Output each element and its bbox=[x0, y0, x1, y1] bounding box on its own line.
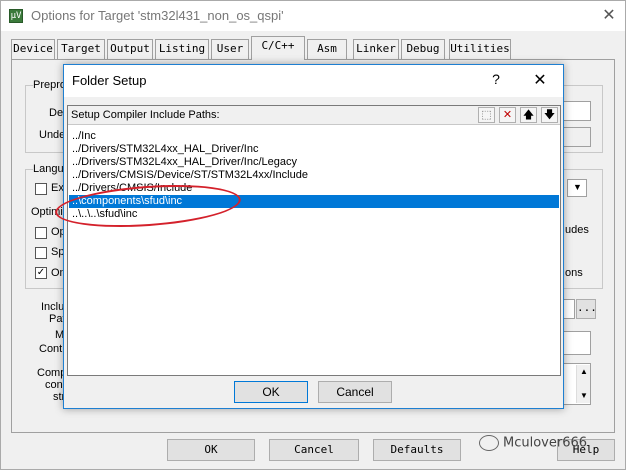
includes-option-label: udes bbox=[565, 224, 589, 236]
define-label: De bbox=[49, 107, 64, 119]
list-header: Setup Compiler Include Paths: ⬚ ✕ 🡅 🡇 bbox=[68, 106, 560, 125]
list-item[interactable]: ../Drivers/CMSIS/Device/ST/STM32L4xx/Inc… bbox=[69, 169, 559, 182]
undefine-label: Unde bbox=[39, 129, 66, 141]
move-down-icon[interactable]: 🡇 bbox=[541, 107, 558, 123]
tab-linker[interactable]: Linker bbox=[353, 39, 399, 59]
dialog-titlebar: Folder Setup ? ✕ bbox=[64, 65, 563, 97]
undefine-input[interactable] bbox=[561, 127, 591, 147]
window-close-icon[interactable]: ✕ bbox=[599, 5, 619, 25]
include-paths-list[interactable]: Setup Compiler Include Paths: ⬚ ✕ 🡅 🡇 ..… bbox=[67, 105, 561, 376]
chevron-down-icon: ▼ bbox=[573, 182, 582, 192]
misc-controls-input[interactable] bbox=[561, 331, 591, 355]
execute-only-label: Ex bbox=[51, 182, 64, 194]
control-string-scrollbar[interactable]: ▲ ▼ bbox=[576, 365, 590, 403]
language-label: Langu bbox=[33, 163, 64, 175]
define-input[interactable] bbox=[561, 101, 591, 121]
help-icon[interactable]: ? bbox=[488, 71, 504, 87]
preprocessor-label: Prepro bbox=[33, 79, 67, 91]
tab-device[interactable]: Device bbox=[11, 39, 55, 59]
include-label: Inclu bbox=[41, 301, 65, 313]
include-paths-browse-button[interactable]: ... bbox=[576, 299, 597, 319]
move-up-icon[interactable]: 🡅 bbox=[520, 107, 537, 123]
dialog-title: Folder Setup bbox=[72, 73, 147, 88]
wechat-icon bbox=[479, 435, 499, 451]
delete-icon[interactable]: ✕ bbox=[499, 107, 516, 123]
list-item[interactable]: ../Drivers/STM32L4xx_HAL_Driver/Inc/Lega… bbox=[69, 156, 559, 169]
tab-debug[interactable]: Debug bbox=[401, 39, 445, 59]
ok-button[interactable]: OK bbox=[167, 439, 255, 461]
tab-user[interactable]: User bbox=[211, 39, 249, 59]
window-title: Options for Target 'stm32l431_non_os_qsp… bbox=[31, 8, 284, 23]
tab-c-cpp[interactable]: C/C++ bbox=[251, 36, 305, 60]
scroll-up-icon[interactable]: ▲ bbox=[580, 367, 588, 376]
watermark: Mculover666 bbox=[479, 435, 587, 451]
folder-setup-dialog: Folder Setup ? ✕ Setup Compiler Include … bbox=[63, 64, 564, 409]
dialog-cancel-button[interactable]: Cancel bbox=[318, 381, 392, 403]
tab-output[interactable]: Output bbox=[107, 39, 153, 59]
tab-target[interactable]: Target bbox=[57, 39, 105, 59]
optimize-checkbox[interactable] bbox=[35, 227, 47, 239]
one-elf-checkbox[interactable]: ✓ bbox=[35, 267, 47, 279]
keil-app-icon: μV bbox=[9, 9, 23, 23]
execute-only-checkbox[interactable] bbox=[35, 183, 47, 195]
list-item[interactable]: ../Inc bbox=[69, 130, 559, 143]
close-icon[interactable]: ✕ bbox=[529, 69, 551, 91]
list-item[interactable]: ../Drivers/STM32L4xx_HAL_Driver/Inc bbox=[69, 143, 559, 156]
window-titlebar: μV Options for Target 'stm32l431_non_os_… bbox=[1, 1, 625, 31]
tab-utilities[interactable]: Utilities bbox=[449, 39, 511, 59]
tab-asm[interactable]: Asm bbox=[307, 39, 347, 59]
tab-listing[interactable]: Listing bbox=[155, 39, 209, 59]
scroll-down-icon[interactable]: ▼ bbox=[580, 391, 588, 400]
compiler-label: Comp bbox=[37, 367, 67, 379]
control-label: con bbox=[45, 379, 63, 391]
watermark-text: Mculover666 bbox=[503, 435, 588, 451]
controls-label: Contr bbox=[39, 343, 66, 355]
split-sections-checkbox[interactable] bbox=[35, 247, 47, 259]
options-fragment-label: ons bbox=[565, 267, 583, 279]
list-header-label: Setup Compiler Include Paths: bbox=[71, 109, 220, 121]
defaults-button[interactable]: Defaults bbox=[373, 439, 461, 461]
dialog-ok-button[interactable]: OK bbox=[234, 381, 308, 403]
cancel-button[interactable]: Cancel bbox=[269, 439, 359, 461]
new-folder-icon[interactable]: ⬚ bbox=[478, 107, 495, 123]
warnings-dropdown[interactable]: ▼ bbox=[567, 179, 587, 197]
